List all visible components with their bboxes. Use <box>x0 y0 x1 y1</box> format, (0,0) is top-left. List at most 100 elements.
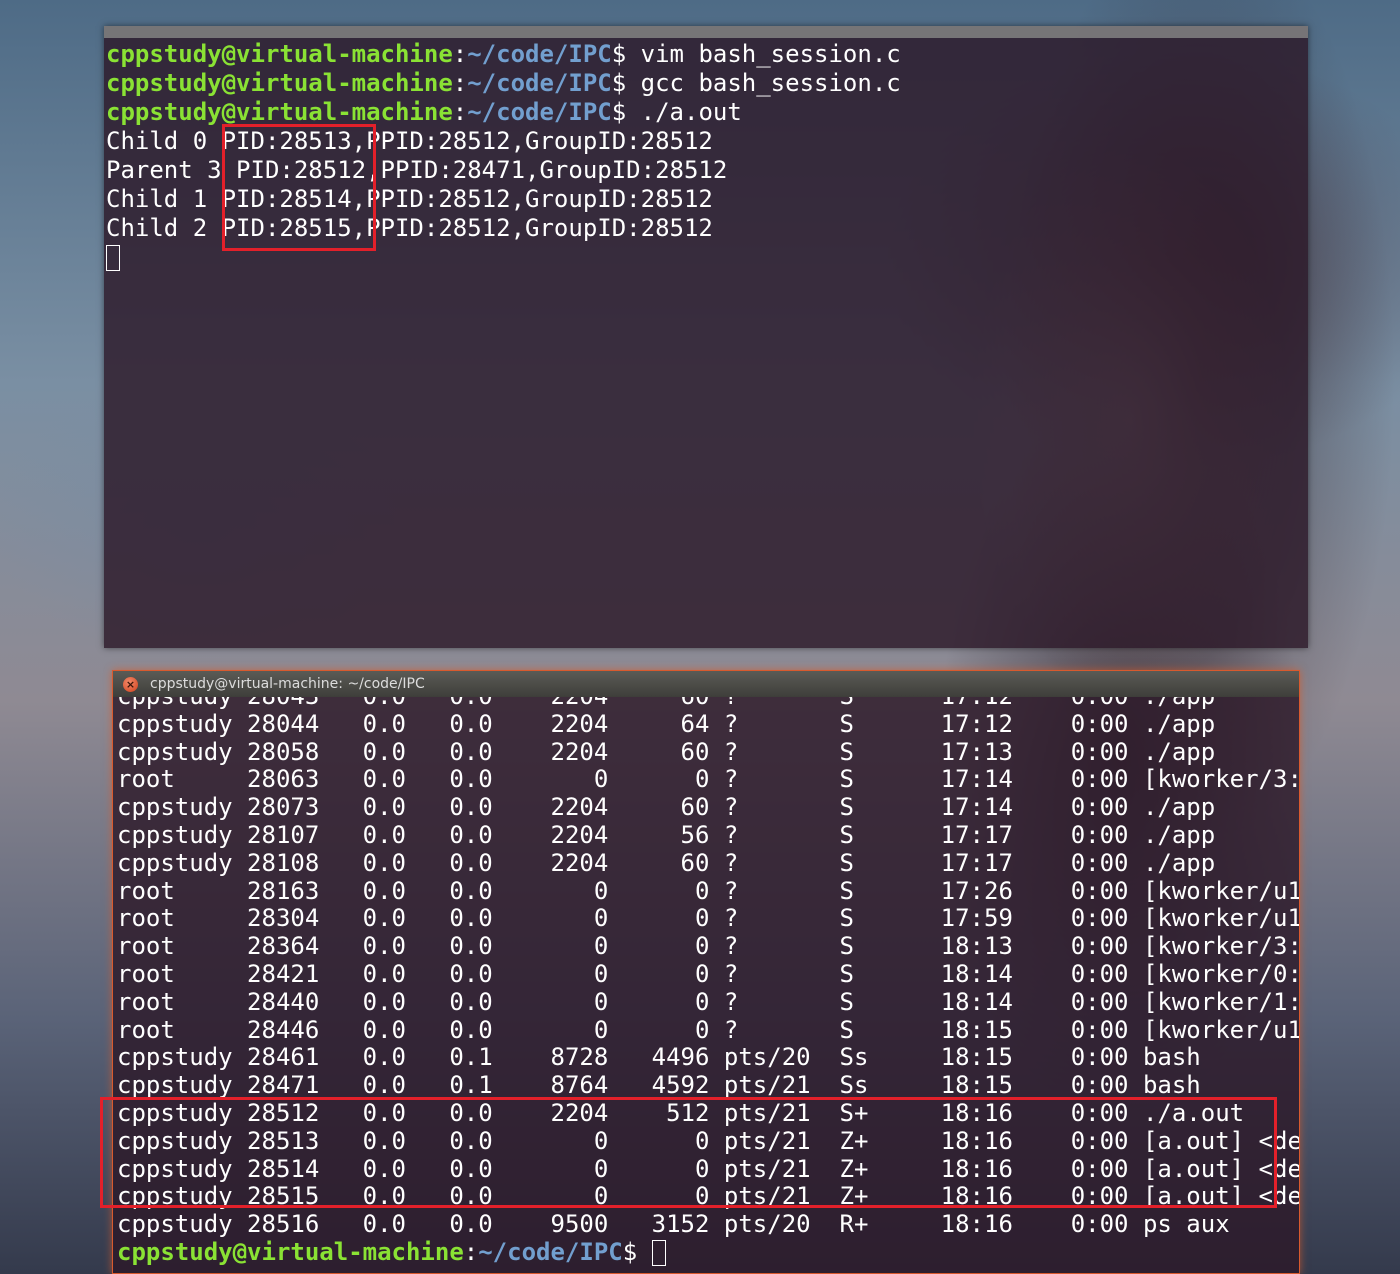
ps-cell: [kworker/u16:1] <box>1142 1015 1299 1044</box>
ps-cell: cppstudy <box>117 697 247 710</box>
ps-cell: 28446 <box>247 1015 334 1044</box>
ps-cell: 56 <box>622 820 724 849</box>
ps-cell: 8764 <box>507 1071 623 1100</box>
ps-cell: 0.0 <box>420 793 508 822</box>
ps-cell: cppstudy <box>117 1126 248 1155</box>
ps-cell: 0 <box>622 1126 724 1155</box>
ps-cell: 0 <box>507 1015 623 1044</box>
ps-cell: 17:17 <box>926 820 1028 849</box>
ps-cell: 0.0 <box>420 1098 508 1127</box>
ps-cell: 0 <box>622 904 724 933</box>
prompt-line: cppstudy@virtual-machine:~/code/IPC$ vim… <box>106 40 901 68</box>
ps-cell: 0.0 <box>420 1015 508 1044</box>
ps-cell: 28107 <box>247 820 334 849</box>
ps-cell: 18:14 <box>926 987 1028 1016</box>
ps-cell: 0.0 <box>333 1154 421 1183</box>
window-title: cppstudy@virtual-machine: ~/code/IPC <box>150 676 425 692</box>
table-row: cppstudy 28512 0.0 0.0 2204 512 pts/21 S… <box>117 1099 1244 1127</box>
ps-cell: 0.0 <box>333 1098 421 1127</box>
ps-cell: 28304 <box>247 904 334 933</box>
prompt-user: cppstudy@virtual-machine <box>106 98 453 126</box>
ps-cell: root <box>117 932 248 961</box>
ps-cell: ? <box>723 876 840 905</box>
ps-cell: 0:00 <box>1027 697 1143 710</box>
ps-cell: 28364 <box>247 932 334 961</box>
ps-cell: 28058 <box>247 737 334 766</box>
top-terminal-window[interactable]: cppstudy@virtual-machine:~/code/IPC$ vim… <box>104 26 1308 648</box>
ps-cell: 8728 <box>507 1043 623 1072</box>
ps-cell: ? <box>723 709 840 738</box>
ps-cell: 0:00 <box>1027 1043 1143 1072</box>
ps-cell: 0.0 <box>333 1071 421 1100</box>
ps-cell: 9500 <box>507 1210 623 1239</box>
top-terminal-output: cppstudy@virtual-machine:~/code/IPC$ vim… <box>106 40 901 272</box>
ps-cell: pts/20 <box>723 1043 840 1072</box>
ps-cell: ./app <box>1142 820 1216 849</box>
ps-cell: 0.0 <box>333 709 421 738</box>
ps-cell: 17:12 <box>926 697 1027 710</box>
ps-cell: 28073 <box>247 793 334 822</box>
table-row: cppstudy 28044 0.0 0.0 2204 64 ? S 17:12… <box>117 710 1215 738</box>
ps-cell: 28043 <box>247 697 334 710</box>
ps-cell: 18:13 <box>926 932 1028 961</box>
ps-cell: 0 <box>507 1182 623 1211</box>
ps-cell: 28516 <box>247 1210 334 1239</box>
ps-cell: root <box>117 987 248 1016</box>
window-titlebar[interactable]: × cppstudy@virtual-machine: ~/code/IPC <box>113 671 1299 697</box>
ps-cell: 0.1 <box>420 1071 508 1100</box>
ps-cell: 28512 <box>247 1098 334 1127</box>
ps-cell: 0.0 <box>420 959 508 988</box>
ps-cell: S <box>839 765 927 794</box>
ps-cell: Z+ <box>839 1126 927 1155</box>
table-row: root 28446 0.0 0.0 0 0 ? S 18:15 0:00 [k… <box>117 1016 1299 1044</box>
terminal-cursor <box>651 1239 666 1266</box>
ps-cell: ./app <box>1142 848 1216 877</box>
ps-cell: 0:00 <box>1027 876 1143 905</box>
table-row: cppstudy 28043 0.0 0.0 2204 60 ? S 17:12… <box>117 697 1215 710</box>
ps-cell: cppstudy <box>117 737 248 766</box>
ps-cell: S <box>839 904 927 933</box>
ps-cell: S+ <box>839 1098 927 1127</box>
ps-cell: [kworker/3:1] <box>1142 932 1299 961</box>
bottom-terminal-window[interactable]: × cppstudy@virtual-machine: ~/code/IPC c… <box>112 670 1300 1274</box>
ps-cell: [kworker/1:1] <box>1142 987 1299 1016</box>
prompt-path: ~/code/IPC <box>467 98 612 126</box>
close-icon[interactable]: × <box>123 676 138 692</box>
ps-cell: 0 <box>622 1015 724 1044</box>
ps-cell: 0 <box>622 959 724 988</box>
prompt-user: cppstudy@virtual-machine <box>106 69 453 97</box>
ps-cell: cppstudy <box>117 793 248 822</box>
ps-cell: 0:00 <box>1027 932 1143 961</box>
ps-cell: 0:00 <box>1027 904 1143 933</box>
table-row: root 28163 0.0 0.0 0 0 ? S 17:26 0:00 [k… <box>117 877 1299 905</box>
ps-cell: 17:59 <box>926 904 1028 933</box>
table-row: cppstudy 28461 0.0 0.1 8728 4496 pts/20 … <box>117 1043 1201 1071</box>
prompt-line: cppstudy@virtual-machine:~/code/IPC$ ./a… <box>106 98 742 126</box>
ps-output: cppstudy 28043 0.0 0.0 2204 60 ? S 17:12… <box>117 697 1299 1267</box>
ps-cell: 0.0 <box>333 848 421 877</box>
ps-cell: 0 <box>507 932 623 961</box>
ps-cell: Z+ <box>839 1154 927 1183</box>
table-row: cppstudy 28107 0.0 0.0 2204 56 ? S 17:17… <box>117 821 1215 849</box>
ps-cell: ? <box>723 959 840 988</box>
table-row: root 28304 0.0 0.0 0 0 ? S 17:59 0:00 [k… <box>117 904 1299 932</box>
ps-cell: 0 <box>507 1126 623 1155</box>
ps-cell: 0.0 <box>333 1182 421 1211</box>
ps-cell: 0.0 <box>333 1126 421 1155</box>
ps-cell: ? <box>723 765 840 794</box>
ps-cell: root <box>117 876 248 905</box>
ps-cell: 0.0 <box>420 737 508 766</box>
ps-cell: ./app <box>1143 697 1215 710</box>
ps-cell: 0.0 <box>420 765 508 794</box>
ps-cell: 28471 <box>247 1071 334 1100</box>
ps-cell: pts/21 <box>723 1071 840 1100</box>
table-row: cppstudy 28514 0.0 0.0 0 0 pts/21 Z+ 18:… <box>117 1155 1299 1183</box>
ps-cell: cppstudy <box>117 848 248 877</box>
ps-cell: 0 <box>622 987 724 1016</box>
ps-cell: cppstudy <box>117 1043 248 1072</box>
terminal-viewport[interactable]: cppstudy 28043 0.0 0.0 2204 60 ? S 17:12… <box>113 697 1299 1273</box>
ps-cell: ? <box>723 932 840 961</box>
ps-cell: bash <box>1142 1043 1201 1072</box>
ps-cell: 0:00 <box>1027 709 1143 738</box>
ps-cell: [a.out] <defunc <box>1142 1154 1299 1183</box>
